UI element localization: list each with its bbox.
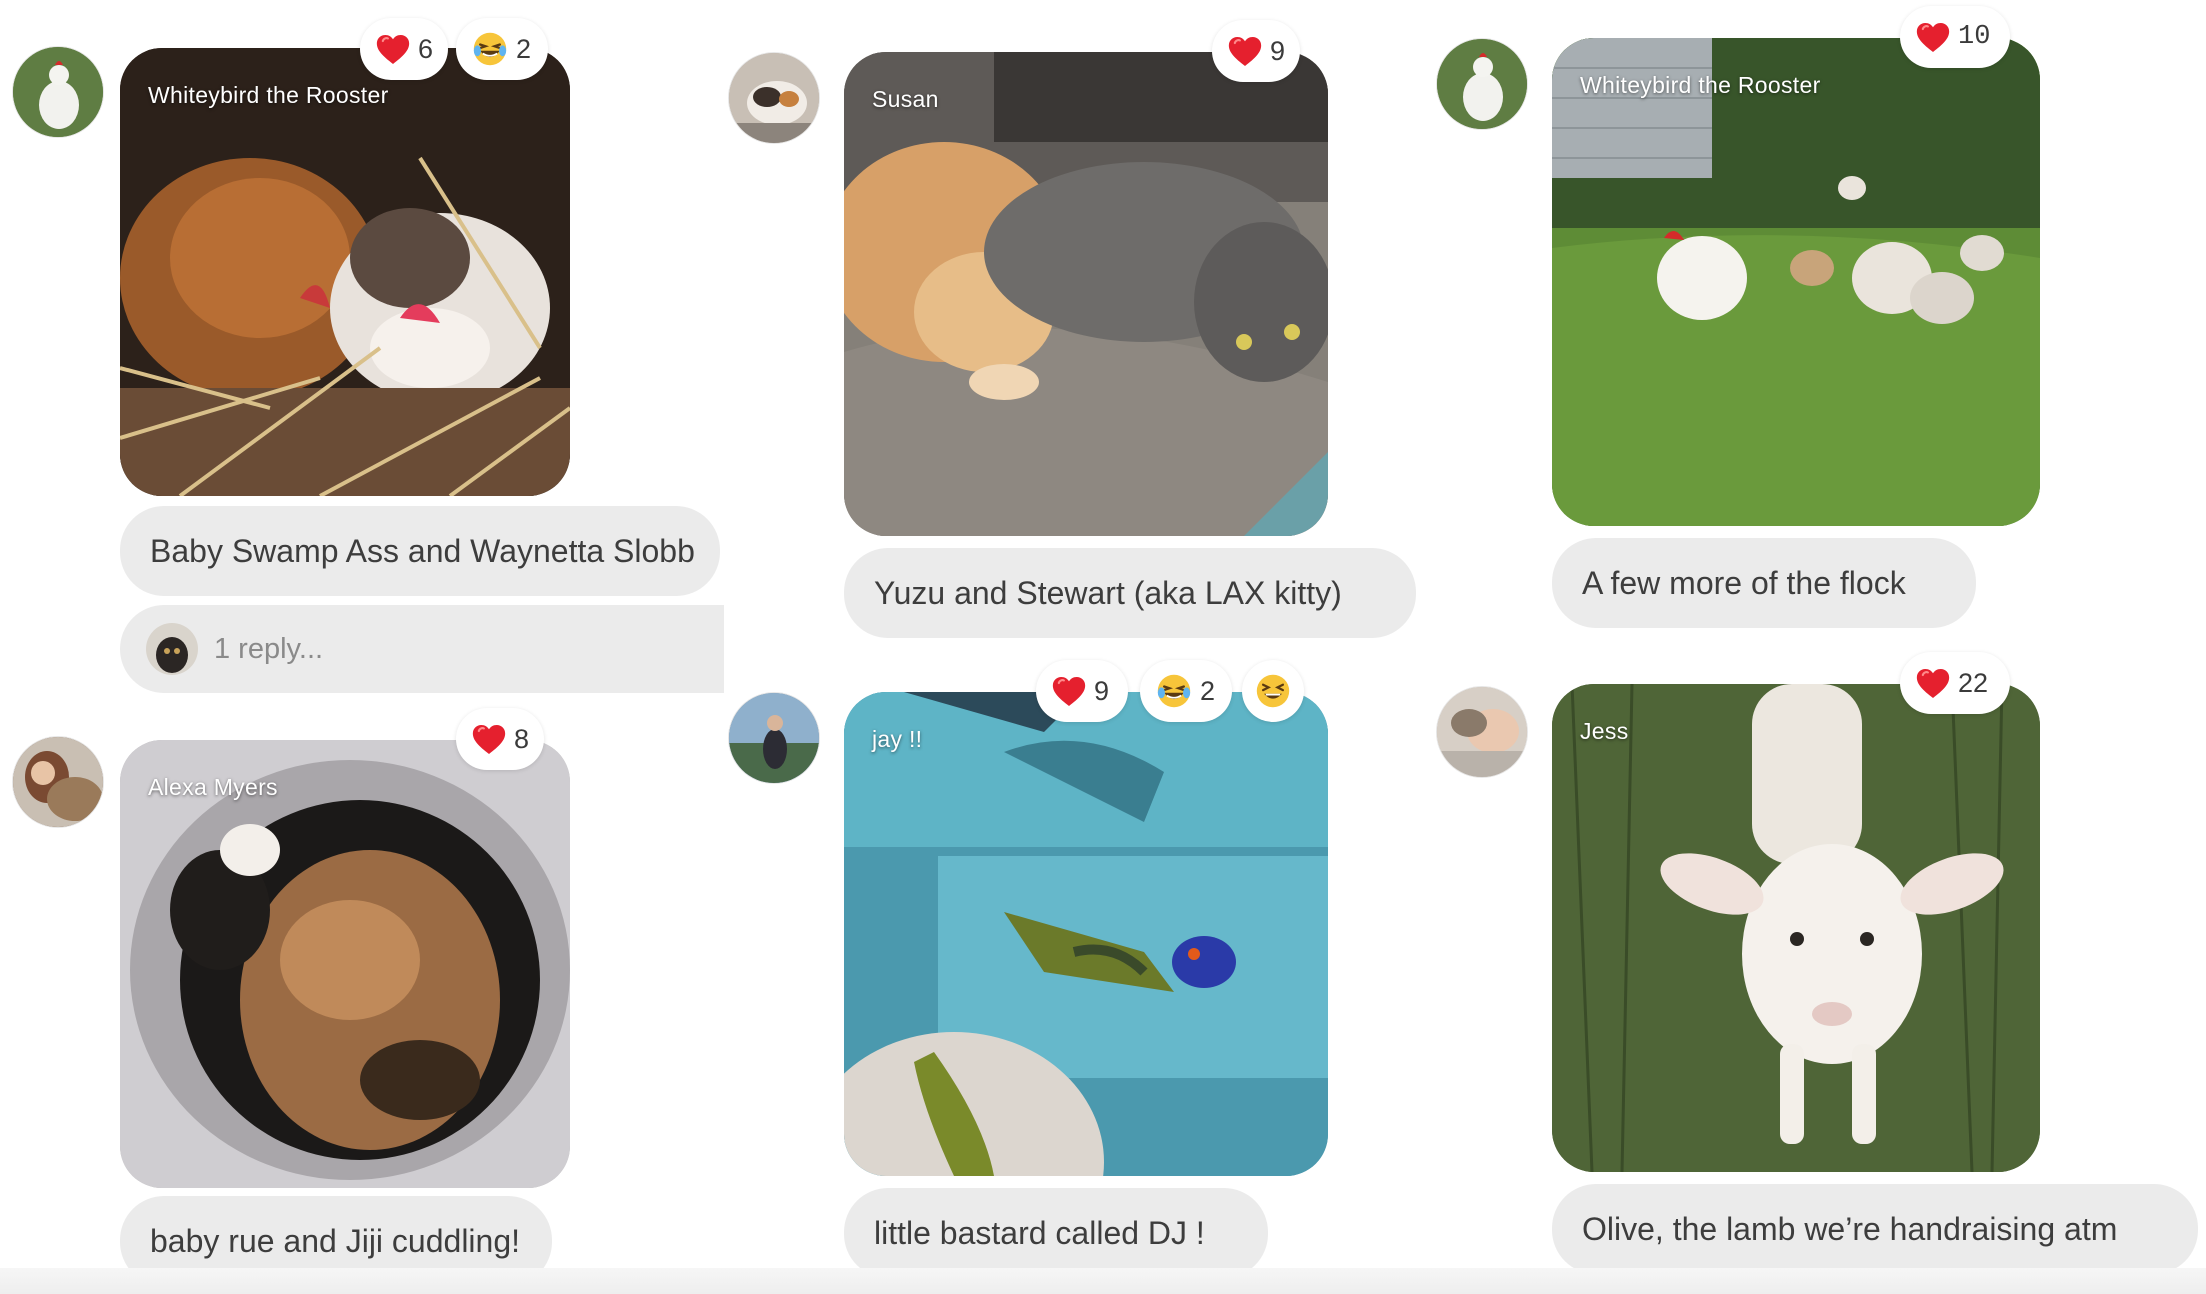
screen-bottom-edge: [0, 1268, 2206, 1294]
heart-icon: [376, 34, 410, 65]
reaction-bar[interactable]: 2: [1140, 660, 1232, 722]
heart-count: 22: [1958, 667, 1989, 698]
avatar-susan[interactable]: [728, 52, 820, 144]
heart-count: 6: [418, 33, 434, 64]
heart-count: 8: [514, 723, 530, 754]
sender-name: Jess: [1580, 718, 1629, 744]
sender-name: Alexa Myers: [148, 774, 278, 800]
message-caption[interactable]: Baby Swamp Ass and Waynetta Slobb: [120, 506, 720, 596]
reaction-bar[interactable]: 9: [1036, 660, 1128, 722]
message-caption[interactable]: Yuzu and Stewart (aka LAX kitty): [844, 548, 1416, 638]
laugh-count: 2: [516, 33, 532, 64]
sender-name: Whiteybird the Rooster: [1580, 72, 1821, 98]
heart-icon: [1916, 22, 1950, 53]
heart-icon: [1052, 676, 1086, 707]
message-caption[interactable]: A few more of the flock: [1552, 538, 1976, 628]
heart-icon: [1228, 36, 1262, 67]
reaction-bar[interactable]: 6: [360, 18, 448, 80]
post-photo-chickens[interactable]: Whiteybird the Rooster: [120, 48, 570, 496]
avatar-whiteybird[interactable]: [1436, 38, 1528, 130]
sender-name: Susan: [872, 86, 939, 112]
reply-avatar: [146, 623, 198, 675]
reaction-bar[interactable]: 2: [456, 18, 548, 80]
avatar-jess[interactable]: [1436, 686, 1528, 778]
reaction-bar[interactable]: 8: [456, 708, 544, 770]
post-photo-cuddling-cats[interactable]: Alexa Myers: [120, 740, 570, 1188]
post-photo-lamb[interactable]: Jess: [1552, 684, 2040, 1172]
laughing-tears-icon: [1156, 673, 1192, 709]
sender-name: jay !!: [872, 726, 923, 752]
reply-thread-link[interactable]: 1 reply...: [120, 605, 724, 693]
heart-count: 10: [1958, 22, 1991, 52]
heart-count: 9: [1270, 35, 1286, 66]
reaction-bar[interactable]: [1242, 660, 1304, 722]
avatar-alexa-myers[interactable]: [12, 736, 104, 828]
reply-count-text: 1 reply...: [214, 632, 324, 665]
reaction-bar[interactable]: 10: [1900, 6, 2010, 68]
heart-icon: [1916, 668, 1950, 699]
reaction-bar[interactable]: 22: [1900, 652, 2010, 714]
laughing-tears-icon: [472, 31, 508, 67]
heart-icon: [472, 724, 506, 755]
laugh-count: 2: [1200, 675, 1216, 706]
avatar-jay[interactable]: [728, 692, 820, 784]
avatar-whiteybird[interactable]: [12, 46, 104, 138]
post-photo-cats[interactable]: Susan: [844, 52, 1328, 536]
sender-name: Whiteybird the Rooster: [148, 82, 389, 108]
message-caption[interactable]: little bastard called DJ !: [844, 1188, 1268, 1278]
grinning-squint-icon: [1255, 673, 1291, 709]
message-caption[interactable]: Olive, the lamb we’re handraising atm: [1552, 1184, 2198, 1274]
heart-count: 9: [1094, 675, 1110, 706]
post-photo-bird-collage[interactable]: jay !!: [844, 692, 1328, 1176]
reaction-bar[interactable]: 9: [1212, 20, 1300, 82]
post-photo-flock[interactable]: Whiteybird the Rooster: [1552, 38, 2040, 526]
